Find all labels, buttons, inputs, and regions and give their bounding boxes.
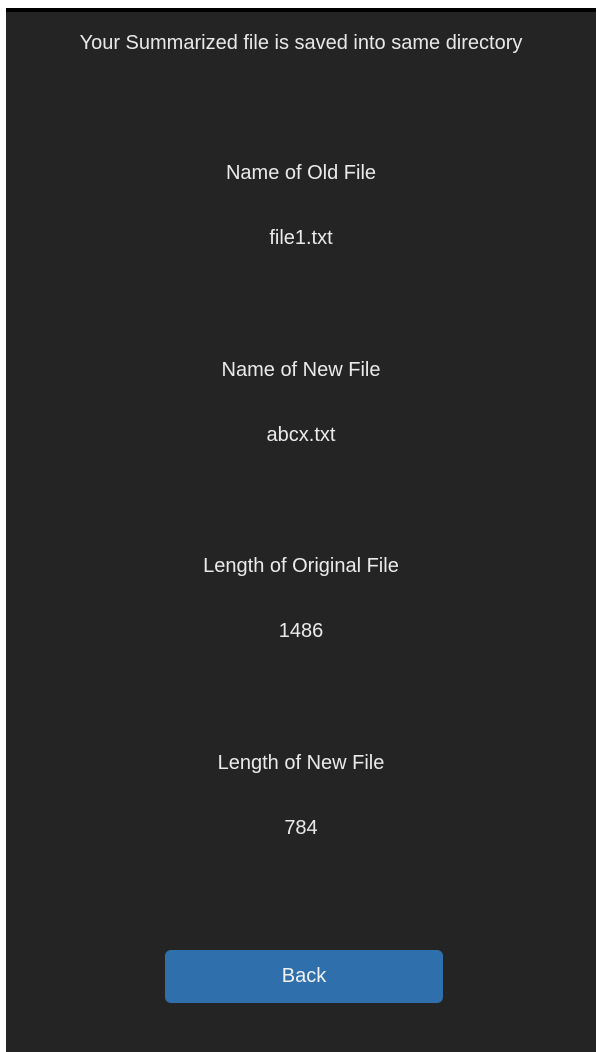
new-file-name-label: Name of New File (221, 359, 381, 381)
back-button[interactable]: Back (165, 950, 443, 1003)
old-file-name-label: Name of Old File (225, 162, 377, 184)
new-file-name-section: Name of New File abcx.txt (6, 359, 596, 447)
old-file-name-section: Name of Old File file1.txt (6, 162, 596, 250)
new-file-length-label: Length of New File (217, 752, 385, 774)
new-file-length-value: 784 (284, 817, 318, 839)
original-file-length-value: 1486 (278, 620, 324, 642)
original-file-length-label: Length of Original File (203, 555, 399, 577)
new-file-length-section: Length of New File 784 (6, 752, 596, 840)
save-confirmation-message: Your Summarized file is saved into same … (79, 32, 523, 54)
old-file-name-value: file1.txt (269, 227, 333, 249)
summary-window: Your Summarized file is saved into same … (6, 8, 596, 1052)
original-file-length-section: Length of Original File 1486 (6, 555, 596, 643)
new-file-name-value: abcx.txt (266, 424, 336, 446)
